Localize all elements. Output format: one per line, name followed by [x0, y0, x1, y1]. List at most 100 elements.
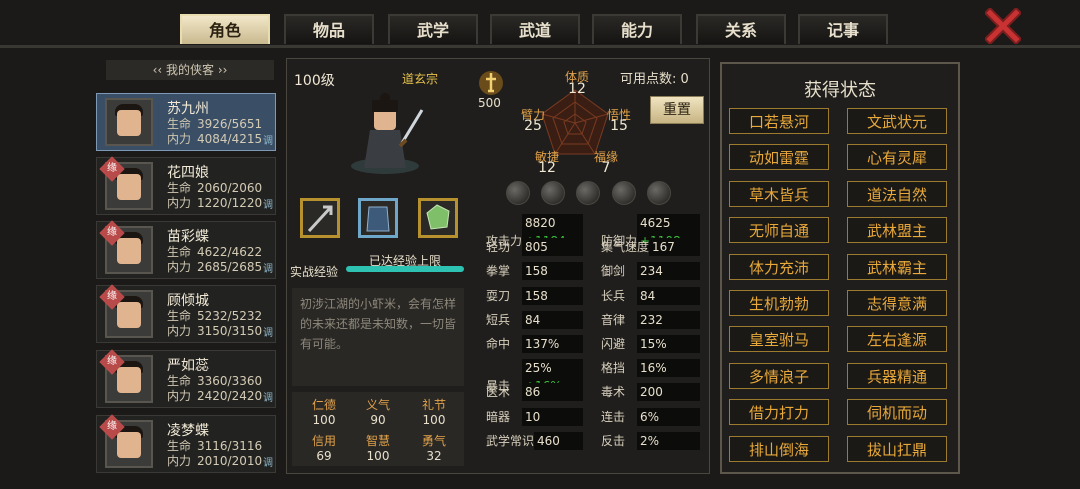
- stat-row: 耍刀 158: [486, 287, 583, 305]
- status-tag[interactable]: 心有灵犀: [847, 144, 947, 171]
- hero-list-item[interactable]: 缘凌梦蝶 生命 3116/3116 内力 2010/2010 调: [96, 414, 276, 473]
- virtue-item: 信用 69: [311, 434, 336, 463]
- status-tag[interactable]: 排山倒海: [729, 435, 829, 462]
- stat-value: 137%: [522, 335, 583, 353]
- character-level: 100级: [294, 73, 335, 89]
- stat-row: 拳掌 158: [486, 262, 583, 280]
- hero-list-item[interactable]: 缘苗彩蝶 生命 4622/4622 内力 2685/2685 调: [96, 220, 276, 279]
- hero-list-item[interactable]: 苏九州 生命 3926/5651 内力 4084/4215 调: [96, 93, 276, 151]
- virtue-item: 礼节 100: [421, 398, 446, 427]
- empty-slot-orb[interactable]: [612, 181, 636, 205]
- status-tag[interactable]: 生机勃勃: [729, 290, 829, 316]
- stat-value: 16%: [637, 359, 700, 377]
- status-tag[interactable]: 伺机而动: [847, 399, 947, 426]
- status-title: 获得状态: [804, 80, 876, 101]
- empty-slot-orb[interactable]: [506, 181, 530, 205]
- empty-slot-orb[interactable]: [541, 181, 565, 205]
- stat-value: 84: [637, 287, 700, 305]
- chevron-left-icon[interactable]: ‹‹: [153, 63, 166, 77]
- status-tag[interactable]: 借力打力: [729, 399, 829, 426]
- stat-value: 158: [522, 262, 583, 280]
- adjust-button[interactable]: 调: [263, 260, 273, 275]
- halberd-icon: [307, 205, 333, 233]
- stat-value: 234: [637, 262, 700, 280]
- status-tag[interactable]: 草木皆兵: [729, 180, 829, 207]
- adjust-button[interactable]: 调: [263, 324, 273, 339]
- stat-row: 防御力4625 +1108: [601, 214, 700, 250]
- tab-items[interactable]: 物品: [284, 14, 374, 44]
- stat-row: 连击 6%: [601, 408, 700, 426]
- reset-button[interactable]: 重置: [650, 96, 704, 124]
- tab-journal[interactable]: 记事: [798, 14, 888, 44]
- empty-slot-orb[interactable]: [647, 181, 671, 205]
- status-tag[interactable]: 兵器精通: [847, 362, 947, 389]
- status-tag[interactable]: 动如雷霆: [729, 144, 829, 171]
- tab-relations[interactable]: 关系: [696, 14, 786, 44]
- character-description: 初涉江湖的小虾米，会有怎样的未来还都是未知数，一切皆有可能。: [292, 288, 464, 386]
- hero-list-item[interactable]: 缘严如蕊 生命 3360/3360 内力 2420/2420 调: [96, 349, 276, 408]
- virtue-item: 智慧 100: [365, 434, 390, 463]
- armor-equip-slot[interactable]: [358, 198, 398, 238]
- stat-value: 232: [637, 311, 700, 329]
- hero-list-item[interactable]: 缘花四娘 生命 2060/2060 内力 1220/1220 调: [96, 156, 276, 215]
- weapon-equip-slot[interactable]: [300, 198, 340, 238]
- close-icon[interactable]: [985, 8, 1021, 44]
- hero-mp: 内力 2420/2420: [167, 389, 263, 403]
- stat-row: 闪避 15%: [601, 335, 700, 353]
- stat-row: 武学常识 460: [486, 432, 583, 450]
- hero-mp: 内力 4084/4215: [167, 132, 263, 146]
- status-tag[interactable]: 体力充沛: [729, 253, 829, 280]
- tab-martial-arts[interactable]: 武学: [388, 14, 478, 44]
- adjust-button[interactable]: 调: [263, 132, 273, 147]
- stat-value: 15%: [637, 335, 700, 353]
- accessory-equip-slot[interactable]: [418, 198, 458, 238]
- armor-icon: [366, 206, 390, 232]
- attr-value-fortune: 7: [601, 160, 611, 176]
- adjust-button[interactable]: 调: [263, 196, 273, 211]
- status-tag[interactable]: 无师自通: [729, 217, 829, 244]
- stat-row: 短兵 84: [486, 311, 583, 329]
- status-tag[interactable]: 武林霸主: [847, 253, 947, 280]
- stat-row: 集气速度 167: [601, 238, 700, 256]
- stat-value: 805: [522, 238, 583, 256]
- chevron-right-icon[interactable]: ››: [214, 63, 228, 77]
- status-tag[interactable]: 拔山扛鼎: [847, 435, 947, 462]
- attr-value-strength: 25: [524, 118, 542, 134]
- status-tag[interactable]: 左右逢源: [847, 326, 947, 353]
- hero-list-title: ‹‹ 我的侠客 ››: [106, 60, 274, 80]
- empty-slot-orb[interactable]: [576, 181, 600, 205]
- adjust-button[interactable]: 调: [263, 454, 273, 469]
- attr-value-agility: 12: [538, 160, 556, 176]
- stat-value: 2%: [637, 432, 700, 450]
- tab-abilities[interactable]: 能力: [592, 14, 682, 44]
- status-tag[interactable]: 志得意满: [847, 290, 947, 316]
- virtue-item: 仁德 100: [311, 398, 336, 427]
- status-tag[interactable]: 口若悬河: [729, 108, 829, 134]
- jade-icon: [426, 204, 450, 230]
- character-sprite: [351, 93, 424, 174]
- stat-row: 攻击力8820 +1184: [486, 214, 583, 250]
- status-tag[interactable]: 文武状元: [847, 108, 947, 134]
- stat-value: 158: [522, 287, 583, 305]
- status-tag[interactable]: 武林盟主: [847, 217, 947, 244]
- status-tag[interactable]: 多情浪子: [729, 362, 829, 389]
- attr-value-constitution: 12: [568, 81, 586, 97]
- stat-row: 毒术 200: [601, 383, 700, 401]
- adjust-button[interactable]: 调: [263, 389, 273, 404]
- stat-value: 167: [649, 238, 700, 256]
- stat-value: 200: [637, 383, 700, 401]
- exp-label: 实战经验: [290, 265, 339, 279]
- rank-value: 500: [478, 96, 501, 110]
- status-tag[interactable]: 道法自然: [847, 180, 947, 207]
- available-points: 可用点数: 0: [620, 72, 689, 87]
- exp-bar: [346, 266, 464, 272]
- attr-value-insight: 15: [610, 118, 628, 134]
- hero-list-item[interactable]: 缘顾倾城 生命 5232/5232 内力 3150/3150 调: [96, 284, 276, 343]
- virtue-item: 勇气 32: [421, 434, 446, 463]
- character-sect: 道玄宗: [402, 72, 439, 86]
- stat-value: 460: [534, 432, 583, 450]
- stat-value: 6%: [637, 408, 700, 426]
- status-tag[interactable]: 皇室驸马: [729, 326, 829, 353]
- tab-martial-way[interactable]: 武道: [490, 14, 580, 44]
- tab-character[interactable]: 角色: [180, 14, 270, 44]
